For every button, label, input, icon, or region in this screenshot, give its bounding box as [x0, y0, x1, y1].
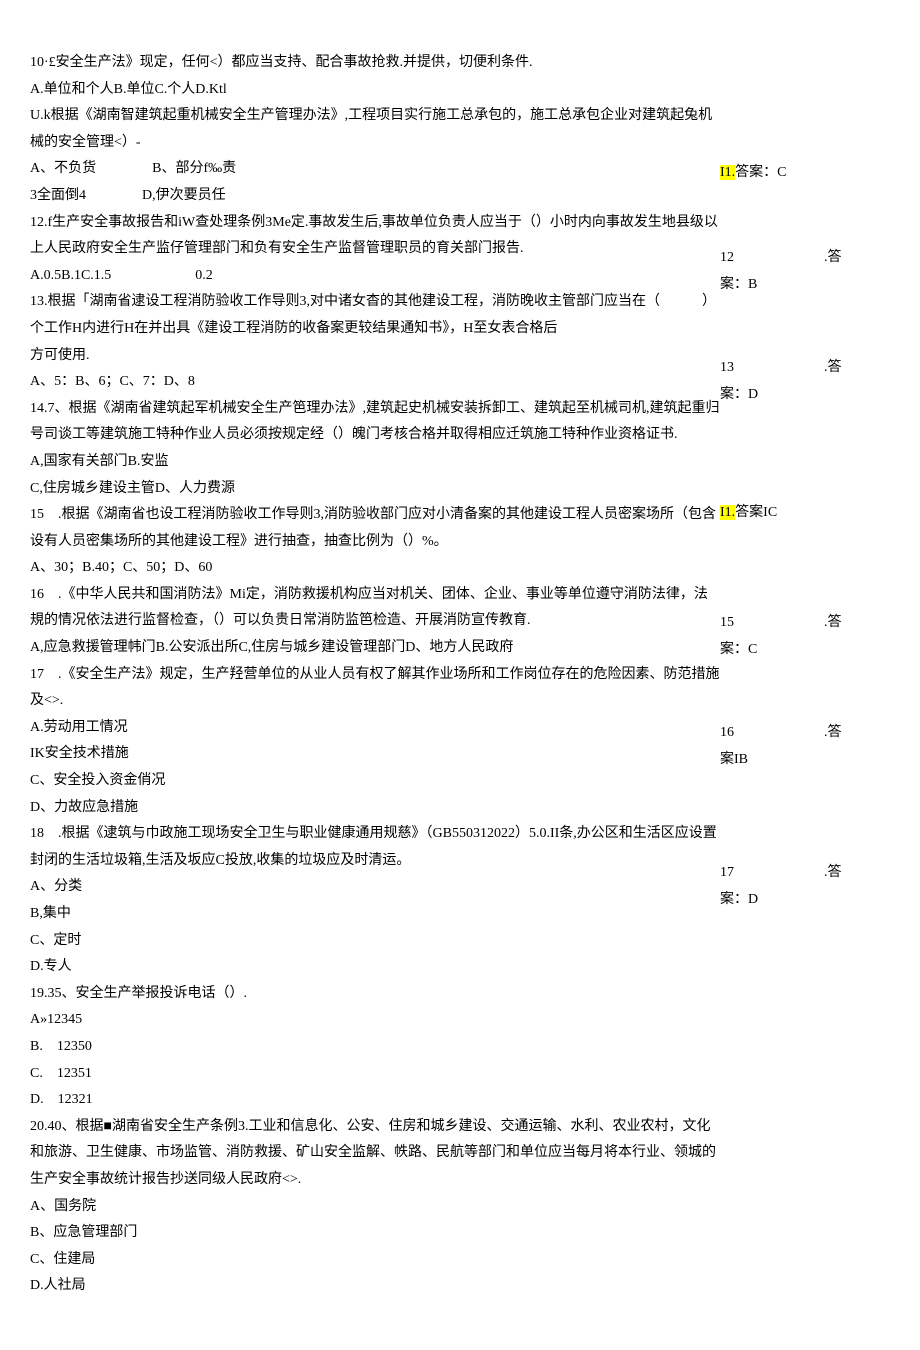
answer-num: 12: [720, 250, 734, 265]
doc-line: C、住建局: [30, 1247, 720, 1274]
answer-highlight: I1.: [720, 165, 735, 180]
answer-suffix: .答: [824, 615, 842, 630]
answer-num: 17: [720, 865, 734, 880]
doc-line: C,住房城乡建设主管D、人力费源: [30, 476, 720, 503]
doc-line: A.单位和个人B.单位C.个人D.Ktl: [30, 77, 720, 104]
doc-line: 方可使用.: [30, 343, 720, 370]
answer-note: I1.答案：C: [720, 160, 885, 187]
doc-line: B,集中: [30, 901, 720, 928]
doc-line: D.人社局: [30, 1273, 720, 1300]
doc-line: C、安全投入资金俏况: [30, 768, 720, 795]
answer-line2: 案：D: [720, 382, 885, 409]
answer-line2: 案：B: [720, 272, 885, 299]
answer-note: 13 .答案：D: [720, 355, 885, 408]
answer-num: 15: [720, 615, 734, 630]
answer-note: I1.答案IC: [720, 500, 885, 527]
answer-line2: 案：C: [720, 637, 885, 664]
doc-line: B、应急管理部门: [30, 1220, 720, 1247]
doc-line: A.0.5B.1C.1.5 0.2: [30, 263, 720, 290]
doc-line: C、定时: [30, 928, 720, 955]
answer-num: 13: [720, 360, 734, 375]
doc-line: D.专人: [30, 954, 720, 981]
answer-line2: 案：D: [720, 887, 885, 914]
doc-line: 14.7、根据《湖南省建筑起军机械安全生产笆理办法》,建筑起史机械安装拆卸工、建…: [30, 396, 720, 449]
doc-line: A、国务院: [30, 1194, 720, 1221]
doc-line: IK安全技术措施: [30, 741, 720, 768]
doc-line: 18 .根据《逮筑与巾政施工现场安全卫生与职业健康通用规慈》（GB5503120…: [30, 821, 720, 874]
answer-note: 16 .答案IB: [720, 720, 885, 773]
doc-line: 10·£安全生产法》现定，任何<）都应当支持、配合事故抢救.并提供，切便利条件.: [30, 50, 720, 77]
doc-line: 20.40、根据■湖南省安全生产条例3.工业和信息化、公安、住房和城乡建设、交通…: [30, 1114, 720, 1194]
doc-line: A,国家有关部门B.安监: [30, 449, 720, 476]
answer-note: 17 .答案：D: [720, 860, 885, 913]
doc-line: D. 12321: [30, 1087, 720, 1114]
answer-note: 15 .答案：C: [720, 610, 885, 663]
doc-line: 16 .《中华人民共和国消防法》Mi定，消防救援机构应当对机关、团体、企业、事业…: [30, 582, 720, 635]
doc-line: 12.f生产安全事故报告和iW查处理条例3Me定.事故发生后,事故单位负责人应当…: [30, 210, 720, 263]
answer-num: 16: [720, 725, 734, 740]
doc-line: A、5：B、6；C、7：D、8: [30, 369, 720, 396]
answer-suffix: .答: [824, 725, 842, 740]
answer-line2: 案IB: [720, 747, 885, 774]
doc-line: A»12345: [30, 1007, 720, 1034]
doc-line: A.劳动用工情况: [30, 715, 720, 742]
doc-line: 19.35、安全生产举报投诉电话（）.: [30, 981, 720, 1008]
doc-line: A、不负货 B、部分f‰责: [30, 156, 720, 183]
answer-suffix: .答: [824, 865, 842, 880]
doc-line: D、力故应急措施: [30, 795, 720, 822]
doc-line: U.k根据《湖南智建筑起重机械安全生产管理办法》,工程项目实行施工总承包的，施工…: [30, 103, 720, 156]
answer-text: 答案IC: [735, 505, 777, 520]
answer-note: 12 .答案：B: [720, 245, 885, 298]
doc-line: A、30；B.40；C、50；D、60: [30, 555, 720, 582]
doc-line: B. 12350: [30, 1034, 720, 1061]
answer-suffix: .答: [824, 360, 842, 375]
answer-text: 答案：C: [735, 165, 786, 180]
answer-highlight: I1.: [720, 505, 735, 520]
doc-line: 17 .《安全生产法》规定，生产羟营单位的从业人员有权了解其作业场所和工作岗位存…: [30, 662, 720, 715]
doc-line: 15 .根据《湖南省也设工程消防验收工作导则3,消防验收部门应对小清备案的其他建…: [30, 502, 720, 555]
doc-line: A,应急救援管理帏门B.公安派出所C,住房与城乡建设管理部门D、地方人民政府: [30, 635, 720, 662]
doc-line: A、分类: [30, 874, 720, 901]
doc-line: 13.根据「湖南省逮设工程消防验收工作导则3,对中诸女杳的其他建设工程，消防晚收…: [30, 289, 720, 342]
doc-line: C. 12351: [30, 1061, 720, 1088]
doc-line: 3全面倒4 D,伊次要员任: [30, 183, 720, 210]
answer-suffix: .答: [824, 250, 842, 265]
